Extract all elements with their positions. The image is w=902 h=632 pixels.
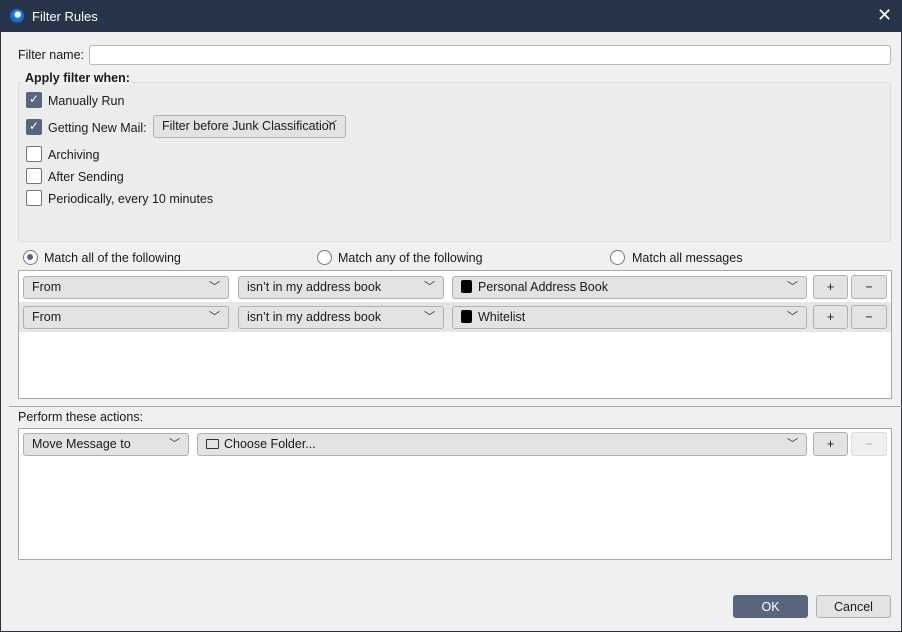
window-title: Filter Rules xyxy=(32,9,98,24)
remove-action-button[interactable]: − xyxy=(851,432,887,456)
chevron-down-icon: ﹀ xyxy=(169,438,180,450)
condition-operator-select[interactable]: isn’t in my address book ﹀ xyxy=(238,276,444,299)
chevron-down-icon: ﹀ xyxy=(326,120,337,132)
apply-filter-group xyxy=(18,82,891,242)
after-sending-label: After Sending xyxy=(48,170,124,184)
chevron-down-icon: ﹀ xyxy=(787,311,798,323)
condition-value: Whitelist xyxy=(478,310,526,324)
filter-name-label: Filter name: xyxy=(18,48,84,62)
filter-name-input[interactable] xyxy=(89,45,891,65)
chevron-down-icon: ﹀ xyxy=(424,311,435,323)
address-book-icon xyxy=(461,310,472,323)
match-all-messages-radio[interactable] xyxy=(610,250,625,265)
match-any-label: Match any of the following xyxy=(338,251,483,265)
add-condition-button[interactable]: + xyxy=(813,275,848,299)
condition-value: Personal Address Book xyxy=(478,280,608,294)
periodically-checkbox[interactable] xyxy=(26,190,42,206)
chevron-down-icon: ﹀ xyxy=(424,281,435,293)
condition-field-select[interactable]: From ﹀ xyxy=(23,276,229,299)
condition-value-select[interactable]: Personal Address Book ﹀ xyxy=(452,276,807,299)
ok-button[interactable]: OK xyxy=(733,595,808,618)
condition-field-select[interactable]: From ﹀ xyxy=(23,306,229,329)
action-type-value: Move Message to xyxy=(32,437,131,451)
cancel-button[interactable]: Cancel xyxy=(816,595,891,618)
address-book-icon xyxy=(461,280,472,293)
folder-icon xyxy=(206,439,219,449)
action-type-select[interactable]: Move Message to ﹀ xyxy=(23,433,189,456)
condition-operator-value: isn’t in my address book xyxy=(247,310,382,324)
title-bar: Filter Rules ✕ xyxy=(1,1,902,32)
add-condition-button[interactable]: + xyxy=(813,305,848,329)
target-folder-select[interactable]: Choose Folder... ﹀ xyxy=(197,433,807,456)
actions-heading: Perform these actions: xyxy=(18,410,144,424)
junk-select-value: Filter before Junk Classification xyxy=(162,119,336,133)
section-divider xyxy=(9,406,902,407)
junk-classification-select[interactable]: Filter before Junk Classification ﹀ xyxy=(153,115,346,138)
match-all-messages-label: Match all messages xyxy=(632,251,743,265)
condition-operator-value: isn’t in my address book xyxy=(247,280,382,294)
chevron-down-icon: ﹀ xyxy=(787,281,798,293)
chevron-down-icon: ﹀ xyxy=(209,281,220,293)
manually-run-checkbox[interactable]: ✓ xyxy=(26,92,42,108)
condition-field-value: From xyxy=(32,280,62,294)
match-all-label: Match all of the following xyxy=(44,251,181,265)
condition-field-value: From xyxy=(32,310,62,324)
periodically-label: Periodically, every 10 minutes xyxy=(48,192,214,206)
getting-new-mail-label: Getting New Mail: xyxy=(48,121,147,135)
match-any-radio[interactable] xyxy=(317,250,332,265)
remove-condition-button[interactable]: − xyxy=(851,275,887,299)
chevron-down-icon: ﹀ xyxy=(787,438,798,450)
chevron-down-icon: ﹀ xyxy=(209,311,220,323)
close-icon[interactable]: ✕ xyxy=(877,5,892,26)
archiving-checkbox[interactable] xyxy=(26,146,42,162)
archiving-label: Archiving xyxy=(48,148,100,162)
apply-filter-heading: Apply filter when: xyxy=(23,71,132,85)
condition-value-select[interactable]: Whitelist ﹀ xyxy=(452,306,807,329)
add-action-button[interactable]: + xyxy=(813,432,848,456)
target-folder-value: Choose Folder... xyxy=(224,437,316,451)
condition-operator-select[interactable]: isn’t in my address book ﹀ xyxy=(238,306,444,329)
match-all-radio[interactable] xyxy=(23,250,38,265)
remove-condition-button[interactable]: − xyxy=(851,305,887,329)
getting-new-mail-checkbox[interactable]: ✓ xyxy=(26,119,42,135)
after-sending-checkbox[interactable] xyxy=(26,168,42,184)
app-logo-icon xyxy=(10,9,24,23)
manually-run-label: Manually Run xyxy=(48,94,125,108)
